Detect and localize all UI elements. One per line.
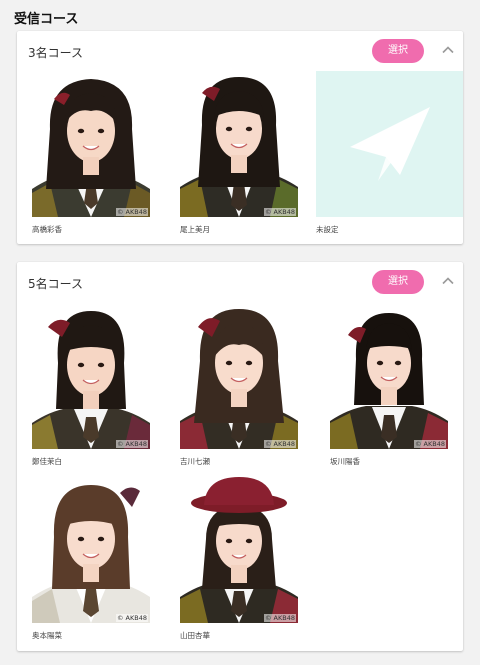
copyright-label: © AKB48: [263, 208, 296, 216]
paper-plane-icon: [350, 107, 430, 181]
member-name: 尾上美月: [180, 225, 210, 234]
member-name: 山田杏華: [180, 631, 210, 640]
copyright-label: © AKB48: [115, 440, 148, 448]
select-button[interactable]: 選択: [372, 39, 424, 63]
chevron-up-icon[interactable]: [440, 42, 456, 58]
copyright-label: © AKB48: [115, 614, 148, 622]
select-button[interactable]: 選択: [372, 270, 424, 294]
course-title: 3名コース: [28, 46, 84, 60]
copyright-label: © AKB48: [413, 440, 446, 448]
member-name: 未設定: [316, 225, 339, 234]
member-photo: © AKB48: [180, 303, 298, 449]
course-title: 5名コース: [28, 277, 84, 291]
member-name: 高橋彩香: [32, 225, 62, 234]
member-photo: © AKB48: [180, 71, 298, 217]
member-photo: © AKB48: [32, 71, 150, 217]
unset-photo: [316, 71, 463, 217]
member-photo: © AKB48: [180, 477, 298, 623]
member-name: 奥本陽菜: [32, 631, 62, 640]
course-card-3: 3名コース 選択 © AKB48 高橋彩香 © AKB48 尾上美月 未設定: [17, 31, 463, 244]
member-name: 鄭佳茉白: [32, 457, 62, 466]
member-name: 坂川陽香: [330, 457, 360, 466]
member-photo: © AKB48: [32, 303, 150, 449]
member-photo: © AKB48: [32, 477, 150, 623]
copyright-label: © AKB48: [115, 208, 148, 216]
copyright-label: © AKB48: [263, 440, 296, 448]
member-photo: © AKB48: [330, 303, 448, 449]
page-title: 受信コース: [14, 12, 79, 27]
member-name: 吉川七瀬: [180, 457, 210, 466]
course-card-5: 5名コース 選択 © AKB48 鄭佳茉白 © AKB48 吉川七瀬 © AKB…: [17, 262, 463, 651]
chevron-up-icon[interactable]: [440, 273, 456, 289]
copyright-label: © AKB48: [263, 614, 296, 622]
